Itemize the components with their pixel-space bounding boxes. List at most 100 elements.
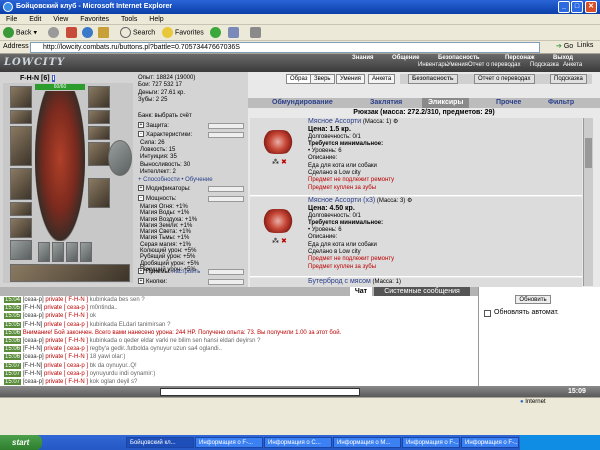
hint-tab[interactable]: Подсказка xyxy=(550,74,587,84)
section-characteristics[interactable]: - Характеристики: xyxy=(138,131,246,139)
nav-security[interactable]: Безопасность xyxy=(438,55,480,62)
chat-sender[interactable]: [сеза-р] xyxy=(23,338,44,344)
auto-refresh-checkbox[interactable] xyxy=(484,310,491,317)
address-input[interactable]: http://lowcity.combats.ru/buttons.pl?bat… xyxy=(30,42,540,53)
chat-sender[interactable]: [F-H-N] xyxy=(23,371,43,377)
section-powers[interactable]: - Мощность: xyxy=(138,195,246,203)
menu-help[interactable]: Help xyxy=(149,16,163,23)
chat-input[interactable] xyxy=(160,388,360,396)
chat-sender[interactable]: [F-H-N] xyxy=(23,305,43,311)
security-tab[interactable]: Безопасность xyxy=(408,74,458,84)
tab-spells[interactable]: Заклятия xyxy=(370,98,402,108)
favorites-button[interactable]: Favorites xyxy=(162,27,204,39)
chat-time[interactable]: 15:06 xyxy=(4,329,22,336)
chat-private-target[interactable]: private [ F-H-N ] xyxy=(45,313,88,319)
chat-time[interactable]: 15:07 xyxy=(4,370,22,377)
chat-private-target[interactable]: private [ F-H-N ] xyxy=(45,354,88,360)
chat-sender[interactable]: [сеза-р] xyxy=(23,297,44,303)
subnav-profile[interactable]: Анкета xyxy=(563,62,582,69)
delete-icon[interactable]: ✖ xyxy=(281,159,287,166)
slot-ring-2[interactable] xyxy=(88,126,110,140)
slot-shield[interactable] xyxy=(108,140,132,176)
slot-helmet[interactable] xyxy=(10,86,32,108)
chat-time[interactable]: 15:07 xyxy=(4,362,22,369)
chat-time[interactable]: 15:06 xyxy=(4,354,22,361)
chat-private-target[interactable]: private [ F-H-N ] xyxy=(45,297,88,303)
info-icon[interactable]: ⚙ xyxy=(393,119,398,125)
bank-link[interactable]: Банк: выбрать счёт xyxy=(138,112,246,120)
chat-time[interactable]: 15:04 xyxy=(4,297,22,303)
task-info-4[interactable]: Информация о F-... xyxy=(402,437,460,448)
use-icon[interactable]: ⁂ xyxy=(272,238,279,245)
task-info-1[interactable]: Информация о F-... xyxy=(195,437,263,448)
slot-extra[interactable] xyxy=(10,240,32,260)
slot-scroll-1[interactable] xyxy=(38,242,50,262)
abilities-link[interactable]: + Способности • Обучение xyxy=(138,176,246,184)
pet-button[interactable]: Зверь xyxy=(310,74,335,84)
transfers-tab[interactable]: Отчет о переводах xyxy=(474,74,535,84)
info-icon[interactable]: ⚙ xyxy=(407,198,412,204)
subnav-transfers[interactable]: Отчет о переводах xyxy=(468,62,521,69)
subnav-skills[interactable]: Умения xyxy=(447,62,468,69)
chat-sender[interactable]: [сеза-р] xyxy=(23,313,44,319)
nav-knowledge[interactable]: Знания xyxy=(352,55,374,62)
tab-misc[interactable]: Прочее xyxy=(496,98,521,108)
chat-private-target[interactable]: private [ сеза-р ] xyxy=(44,322,88,328)
stop-button[interactable] xyxy=(66,27,79,39)
chat-time[interactable]: 15:06 xyxy=(4,346,22,353)
nav-character[interactable]: Персонаж xyxy=(505,55,535,62)
nav-communication[interactable]: Общение xyxy=(392,55,419,62)
menu-favorites[interactable]: Favorites xyxy=(80,16,109,23)
back-button[interactable]: Back ▾ xyxy=(3,27,37,39)
tricks-slider[interactable] xyxy=(208,269,244,275)
chat-sender[interactable]: [сеза-р] xyxy=(23,354,44,360)
subnav-inventory[interactable]: Инвентарь xyxy=(418,62,448,69)
character-avatar[interactable] xyxy=(35,91,85,241)
tab-elixirs[interactable]: Эликсиры xyxy=(422,98,470,108)
slot-belt[interactable] xyxy=(10,202,32,216)
item-title[interactable]: Бутерброд с мясом xyxy=(308,278,371,285)
task-info-3[interactable]: Информация о М... xyxy=(333,437,401,448)
tab-system-messages[interactable]: Системные сообщения xyxy=(374,287,470,296)
chat-time[interactable]: 15:05 xyxy=(4,313,22,320)
slot-ring-1[interactable] xyxy=(88,110,110,124)
chat-private-target[interactable]: private [ сеза-р ] xyxy=(44,371,88,377)
slot-gloves[interactable] xyxy=(88,142,110,166)
section-tricks[interactable]: + Приемы: настроить xyxy=(138,268,246,276)
slot-belt-items[interactable] xyxy=(10,264,130,282)
chat-private-target[interactable]: private [ F-H-N ] xyxy=(45,379,88,385)
chat-private-target[interactable]: private [ сеза-р ] xyxy=(44,363,88,369)
slot-pocket[interactable] xyxy=(10,218,32,238)
chat-private-target[interactable]: private [ F-H-N ] xyxy=(45,338,88,344)
character-name[interactable]: F-H-N [6] i xyxy=(20,75,56,82)
item-title[interactable]: Мясное Ассорти (x3) xyxy=(308,197,375,204)
chat-sender[interactable]: [F-H-N] xyxy=(23,363,43,369)
go-button[interactable]: ➔ Go xyxy=(556,42,573,50)
chat-time[interactable]: 15:05 xyxy=(4,321,22,328)
chat-time[interactable]: 15:06 xyxy=(4,337,22,344)
refresh-chat-button[interactable]: Обновить xyxy=(515,295,551,304)
meat-item-image[interactable] xyxy=(262,209,294,233)
item-title[interactable]: Мясное Ассорти xyxy=(308,118,361,125)
forward-button[interactable] xyxy=(48,27,61,39)
task-fight-club[interactable]: Бойцовский кл... xyxy=(126,437,194,448)
profile-button[interactable]: Анкета xyxy=(368,74,396,84)
chat-private-target[interactable]: private [ сеза-р ] xyxy=(44,346,88,352)
characteristics-slider[interactable] xyxy=(208,132,244,138)
slot-scroll-3[interactable] xyxy=(66,242,78,262)
skills-button[interactable]: Умения xyxy=(336,74,365,84)
slot-earrings[interactable] xyxy=(88,86,110,108)
maximize-button[interactable]: □ xyxy=(571,1,583,13)
close-button[interactable]: ✕ xyxy=(585,1,597,13)
media-button[interactable] xyxy=(210,27,223,39)
menu-view[interactable]: View xyxy=(53,16,68,23)
section-protection[interactable]: + Защита: xyxy=(138,122,246,130)
inventory-scrollbar[interactable] xyxy=(583,118,593,286)
nav-exit[interactable]: Выход xyxy=(553,55,573,62)
slot-armor[interactable] xyxy=(10,168,32,200)
meat-item-image[interactable] xyxy=(262,130,294,154)
links-button[interactable]: Links xyxy=(577,42,593,49)
menu-tools[interactable]: Tools xyxy=(121,16,137,23)
menu-file[interactable]: File xyxy=(6,16,17,23)
start-button[interactable]: start xyxy=(0,435,42,450)
